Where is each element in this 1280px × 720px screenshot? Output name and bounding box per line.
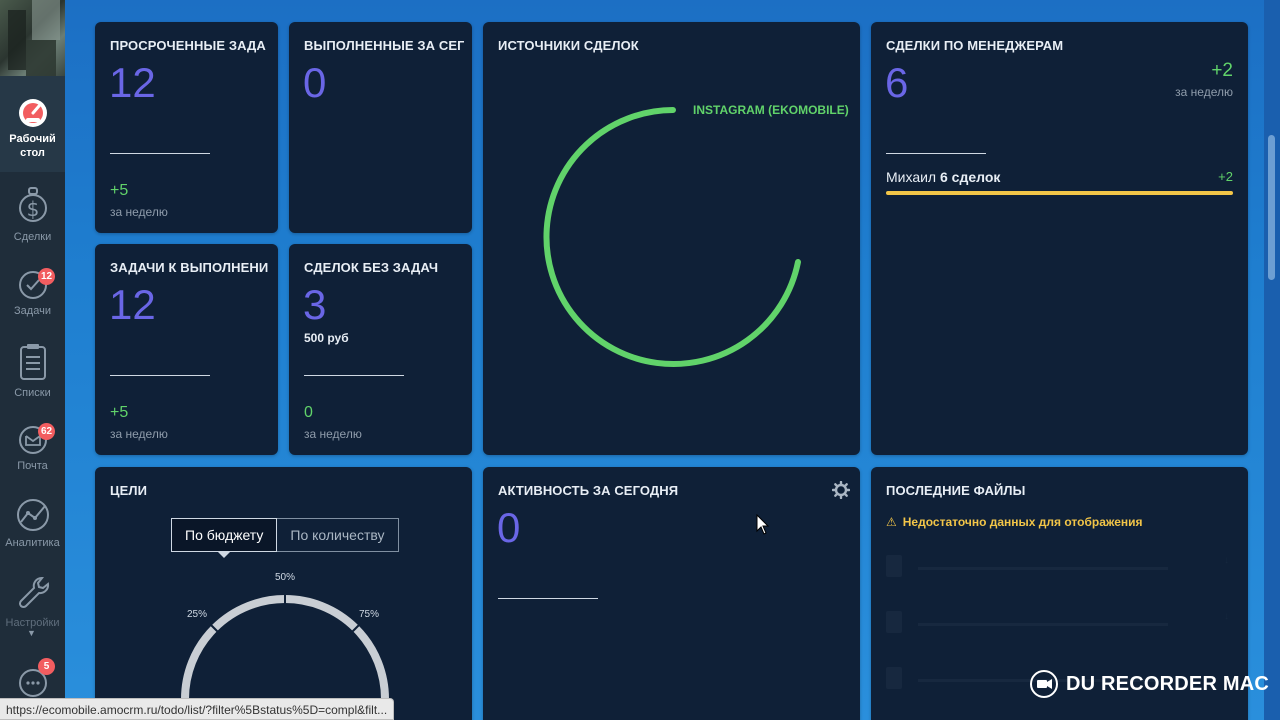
widget-delta: +5 — [110, 404, 129, 421]
widget-delta-label: за неделю — [110, 205, 168, 219]
dollar-icon: $ — [18, 187, 47, 222]
camera-icon — [1030, 670, 1058, 698]
nav-mail[interactable]: 62 Почта — [0, 423, 65, 473]
widget-amount: 500 руб — [304, 331, 349, 345]
widget-title: АКТИВНОСТЬ ЗА СЕГОДНЯ — [498, 483, 679, 498]
analytics-icon — [16, 499, 49, 531]
sidebar: Рабочий стол $ Сделки 12 Задачи Списки 6… — [0, 0, 65, 720]
no-data-warning: ⚠ Недостаточно данных для отображения — [886, 515, 1143, 529]
dashboard-gauge-icon — [18, 99, 47, 127]
widget-deals-by-managers[interactable]: СДЕЛКИ ПО МЕНЕДЖЕРАМ 6 +2 за неделю Миха… — [871, 22, 1248, 455]
warning-icon: ⚠ — [886, 515, 897, 529]
nav-analytics[interactable]: Аналитика — [0, 498, 65, 550]
nav-label: Списки — [14, 387, 51, 399]
file-placeholder-row: ↓ — [886, 555, 1229, 581]
manager-row[interactable]: Михаил 6 сделок +2 — [886, 169, 1233, 185]
widget-title: ВЫПОЛНЕННЫЕ ЗА СЕГ — [304, 38, 464, 53]
widget-delta-label: за неделю — [304, 427, 362, 441]
widget-goals[interactable]: ЦЕЛИ По бюджету По количеству 50% 25% 75… — [95, 467, 472, 720]
widget-deal-sources[interactable]: ИСТОЧНИКИ СДЕЛОК INSTAGRAM (EKOMOBILE) — [483, 22, 860, 455]
scrollbar-thumb[interactable] — [1268, 135, 1275, 280]
chat-badge: 5 — [38, 658, 55, 675]
widget-activity-today[interactable]: АКТИВНОСТЬ ЗА СЕГОДНЯ 0 — [483, 467, 860, 720]
donut-legend-instagram: INSTAGRAM (EKOMOBILE) — [693, 103, 849, 117]
nav-label: Сделки — [13, 231, 52, 243]
divider — [110, 375, 210, 376]
widget-title: СДЕЛОК БЕЗ ЗАДАЧ — [304, 260, 439, 275]
widget-deals-without-tasks[interactable]: СДЕЛОК БЕЗ ЗАДАЧ 3 500 руб 0 за неделю — [289, 244, 472, 455]
divider — [498, 598, 598, 599]
nav-label: Почта — [17, 460, 48, 472]
recorder-watermark: DU RECORDER MAC — [1030, 670, 1269, 698]
mouse-cursor-icon — [756, 514, 770, 535]
manager-name: Михаил — [886, 169, 940, 185]
manager-deal-count: 6 сделок — [940, 169, 1001, 185]
file-placeholder-row: ↓ — [886, 611, 1229, 637]
divider — [304, 375, 404, 376]
widget-value: 6 — [885, 59, 909, 106]
nav-dashboard[interactable]: Рабочий стол — [0, 76, 65, 172]
widget-delta: 0 — [304, 404, 313, 421]
gauge-label-50: 50% — [275, 572, 296, 583]
widget-value: 0 — [303, 59, 327, 106]
widget-completed-today[interactable]: ВЫПОЛНЕННЫЕ ЗА СЕГ 0 — [289, 22, 472, 233]
wrench-icon — [18, 577, 49, 609]
nav-label: Задачи — [14, 305, 51, 317]
sidebar-scroll-down-icon[interactable]: ▼ — [27, 628, 36, 638]
widget-tasks-todo[interactable]: ЗАДАЧИ К ВЫПОЛНЕНИ 12 +5 за неделю — [95, 244, 278, 455]
mail-badge: 62 — [38, 423, 56, 440]
widget-overdue-tasks[interactable]: ПРОСРОЧЕННЫЕ ЗАДА 12 +5 за неделю — [95, 22, 278, 233]
tasks-badge: 12 — [38, 268, 56, 285]
page-scrollbar[interactable] — [1264, 0, 1280, 720]
nav-label: Аналитика — [5, 537, 60, 549]
sources-donut-chart — [543, 107, 801, 367]
svg-text:$: $ — [26, 197, 39, 221]
nav-settings[interactable]: Настройки — [0, 574, 65, 630]
gear-icon[interactable] — [832, 481, 850, 499]
widget-value: 3 — [303, 281, 327, 328]
nav-deals[interactable]: $ Сделки — [0, 186, 65, 244]
widget-delta-label: за неделю — [110, 427, 168, 441]
nav-label: Рабочий стол — [9, 133, 56, 159]
warning-text: Недостаточно данных для отображения — [902, 515, 1143, 529]
nav-chat[interactable]: 5 — [0, 658, 65, 702]
widget-delta: +2 — [1211, 60, 1233, 81]
divider — [886, 153, 986, 154]
widget-title: ЗАДАЧИ К ВЫПОЛНЕНИ — [110, 260, 269, 275]
manager-progress-bar — [886, 191, 1233, 195]
donut-segment-instagram — [543, 107, 801, 367]
widget-title: ПОСЛЕДНИЕ ФАЙЛЫ — [886, 483, 1026, 498]
list-icon — [19, 344, 46, 380]
widget-title: ПРОСРОЧЕННЫЕ ЗАДА — [110, 38, 266, 53]
nav-lists[interactable]: Списки — [0, 344, 65, 400]
goals-gauge — [181, 593, 389, 700]
user-avatar[interactable] — [0, 0, 65, 76]
widget-delta: +5 — [110, 182, 129, 199]
widget-value: 0 — [497, 504, 521, 551]
link-status-url: https://ecomobile.amocrm.ru/todo/list/?f… — [0, 698, 395, 720]
widget-title: СДЕЛКИ ПО МЕНЕДЖЕРАМ — [886, 38, 1064, 53]
gauge-label-75: 75% — [359, 609, 380, 620]
watermark-text: DU RECORDER MAC — [1066, 672, 1269, 695]
nav-tasks[interactable]: 12 Задачи — [0, 268, 65, 318]
widget-delta-label: за неделю — [1175, 85, 1233, 99]
manager-delta: +2 — [1218, 169, 1233, 184]
gauge-label-25: 25% — [187, 609, 208, 620]
widget-value: 12 — [109, 59, 156, 106]
widget-value: 12 — [109, 281, 156, 328]
divider — [110, 153, 210, 154]
